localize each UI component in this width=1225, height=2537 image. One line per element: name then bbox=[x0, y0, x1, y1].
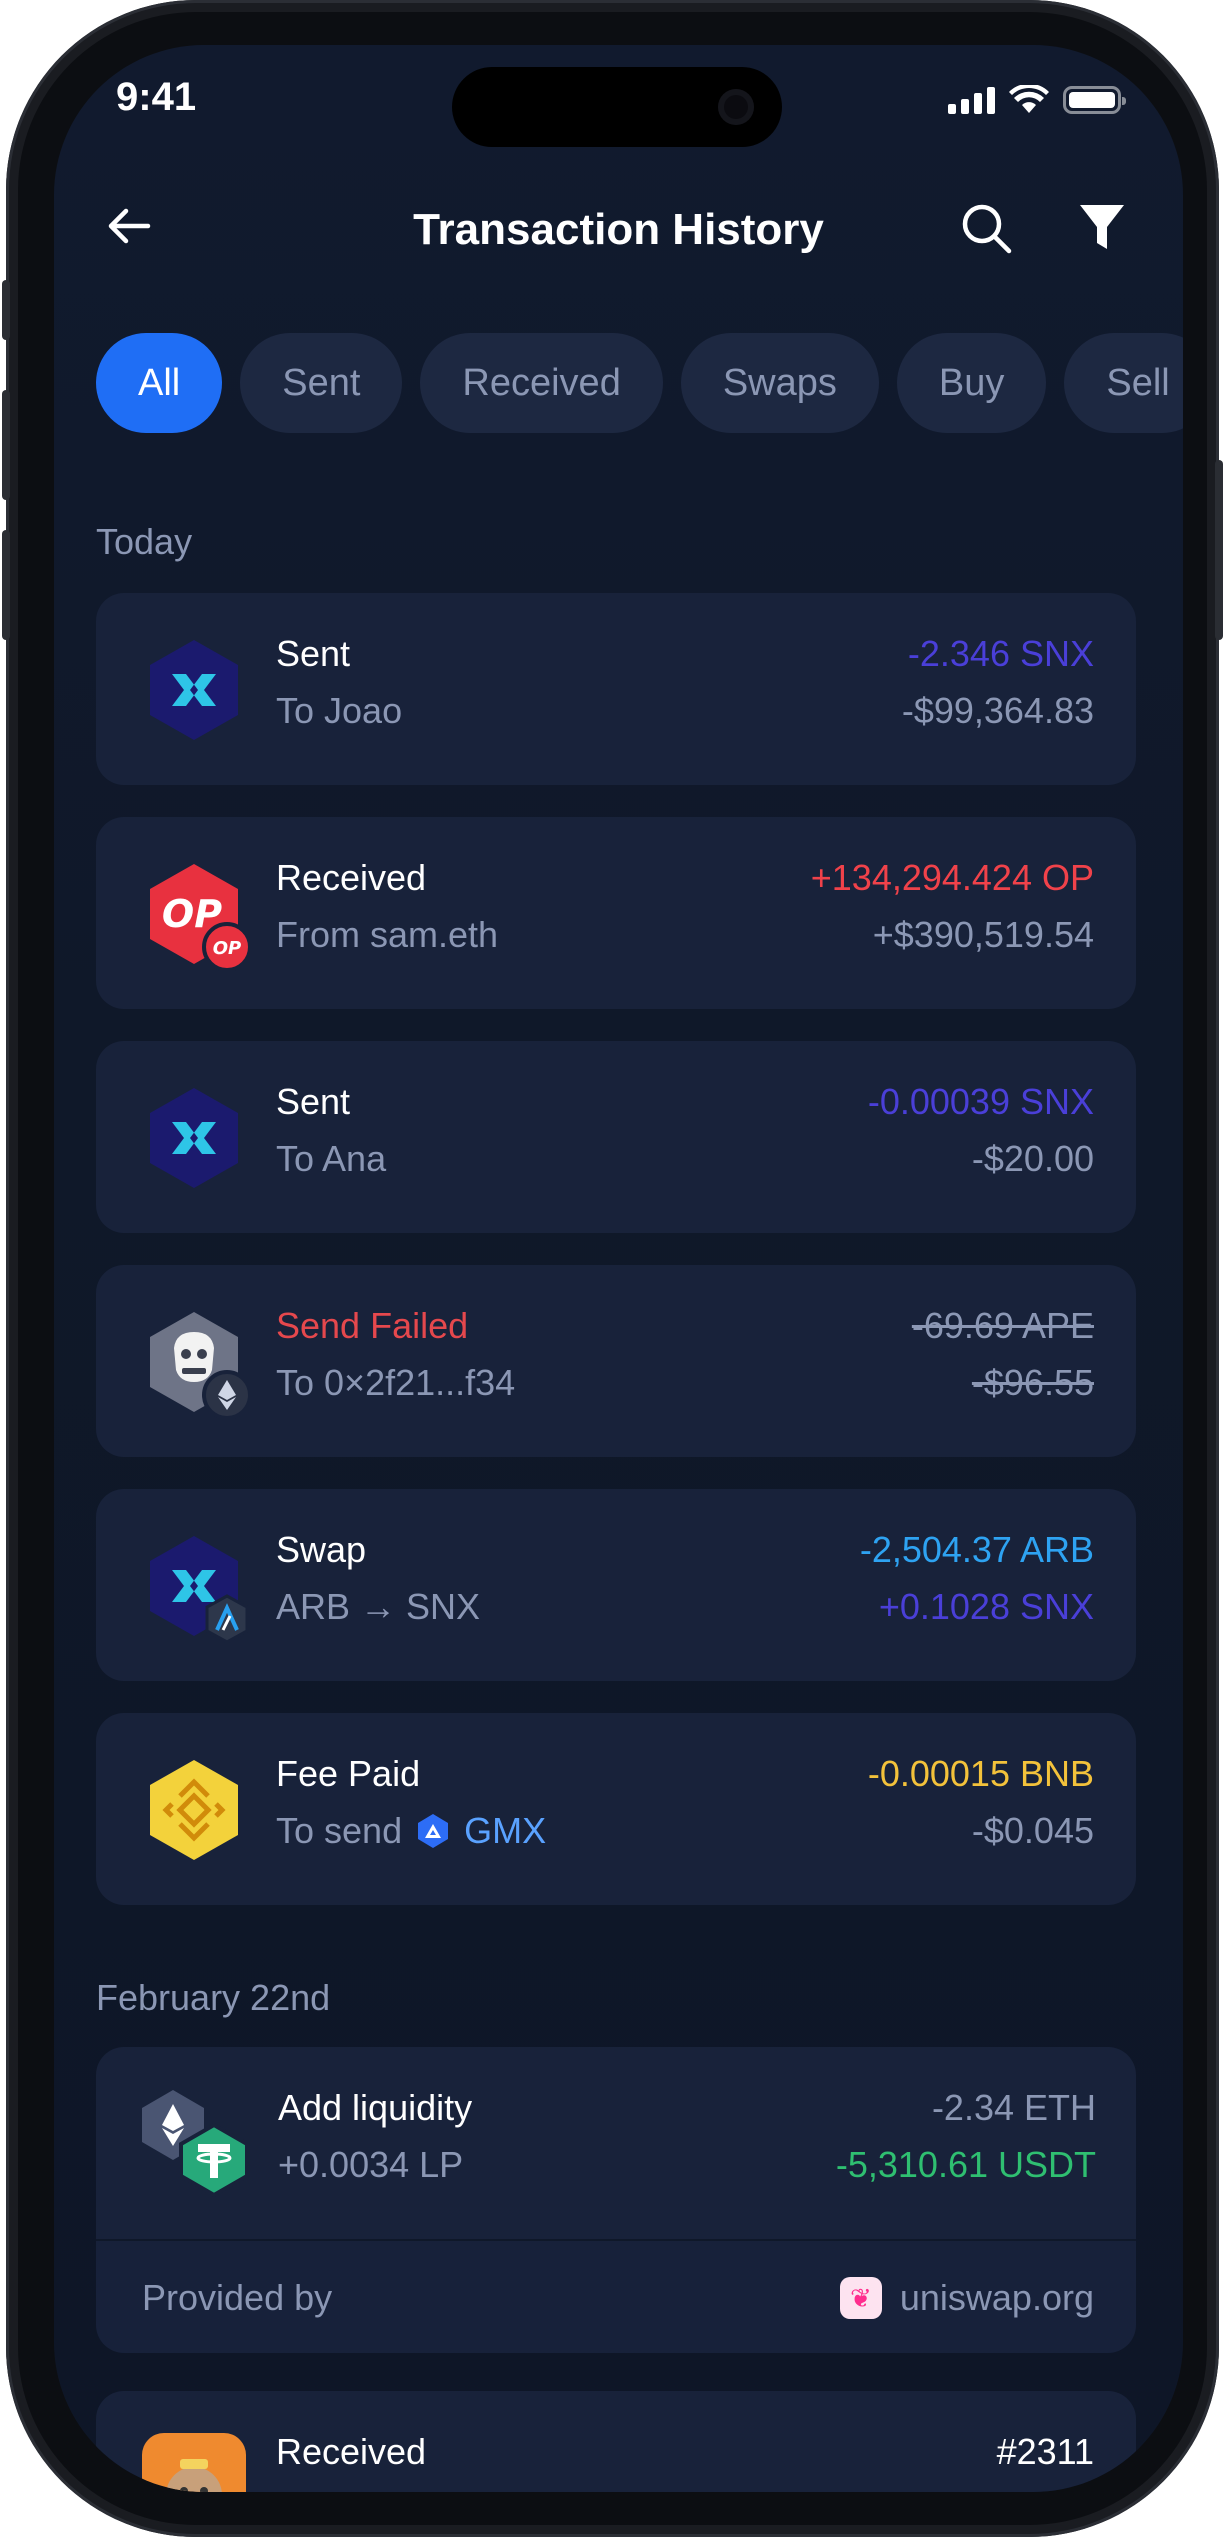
ethereum-tether-icon bbox=[142, 2090, 249, 2198]
transaction-amount: #2311 bbox=[996, 2431, 1094, 2472]
filter-icon[interactable] bbox=[1077, 201, 1127, 255]
transaction-title: Fee Paid bbox=[276, 1753, 421, 1794]
provider-link[interactable]: ❦ uniswap.org bbox=[839, 2277, 1094, 2319]
transaction-amount: -0.00039 SNX bbox=[867, 1081, 1094, 1122]
transaction-title: Sent bbox=[276, 1081, 351, 1122]
nft-icon bbox=[142, 2433, 246, 2492]
transaction-subtitle: To 0×2f21...f34 bbox=[276, 1362, 516, 1403]
transaction-row[interactable]: Send Failed To 0×2f21...f34 -69.69 APE -… bbox=[96, 1265, 1136, 1457]
transaction-fiat: -$99,364.83 bbox=[901, 690, 1094, 731]
provided-by-label: Provided by bbox=[142, 2277, 333, 2318]
status-time: 9:41 bbox=[116, 75, 197, 119]
transaction-row[interactable]: Received #2311 bbox=[96, 2391, 1136, 2492]
synthetix-icon bbox=[142, 1086, 246, 1190]
cellular-signal-icon bbox=[948, 86, 995, 114]
transaction-title: Swap bbox=[276, 1529, 367, 1570]
transaction-title: Add liquidity bbox=[278, 2087, 473, 2128]
transaction-title: Received bbox=[276, 2431, 427, 2472]
transaction-fiat: -5,310.61 USDT bbox=[835, 2144, 1096, 2185]
filter-chip-buy[interactable]: Buy bbox=[896, 333, 1047, 433]
section-label-february-22nd: February 22nd bbox=[96, 1977, 331, 2018]
transaction-row[interactable]: Fee Paid To send GMX -0.00015 BNB -$0.04… bbox=[96, 1713, 1136, 1905]
transaction-amount: -69.69 APE bbox=[911, 1305, 1094, 1346]
transaction-fiat: +$390,519.54 bbox=[872, 914, 1094, 955]
app-screen: 9:41 Transaction History All Sent Receiv… bbox=[54, 45, 1183, 2492]
transaction-row[interactable]: Add liquidity +0.0034 LP -2.34 ETH -5,31… bbox=[96, 2047, 1136, 2239]
power-button bbox=[1215, 460, 1223, 640]
synthetix-icon bbox=[142, 1534, 249, 1644]
filter-chip-swaps[interactable]: Swaps bbox=[680, 333, 879, 433]
volume-down-button bbox=[2, 530, 10, 640]
filter-chip-all[interactable]: All bbox=[96, 333, 223, 433]
search-icon[interactable] bbox=[959, 201, 1013, 255]
transaction-amount: -2,504.37 ARB bbox=[859, 1529, 1094, 1570]
battery-icon bbox=[1063, 86, 1126, 114]
transaction-amount: +134,294.424 OP bbox=[810, 857, 1094, 898]
uniswap-icon: ❦ bbox=[839, 2277, 882, 2319]
transaction-amount: -2.346 SNX bbox=[907, 633, 1094, 674]
transaction-fiat: -$96.55 bbox=[971, 1362, 1094, 1403]
app-header: Transaction History bbox=[54, 185, 1183, 265]
transaction-row[interactable]: Swap ARB → SNX -2,504.37 ARB +0.1028 SNX bbox=[96, 1489, 1136, 1681]
transaction-title: Send Failed bbox=[276, 1305, 469, 1346]
transaction-subtitle: To Ana bbox=[276, 1138, 387, 1179]
transaction-subtitle: From sam.eth bbox=[276, 914, 499, 955]
provider-footer: Provided by ❦ uniswap.org bbox=[96, 2239, 1136, 2353]
transaction-subtitle: +0.0034 LP bbox=[278, 2144, 464, 2185]
volume-up-button bbox=[2, 390, 10, 500]
provider-source: uniswap.org bbox=[899, 2277, 1094, 2318]
bnb-icon bbox=[142, 1758, 246, 1862]
transaction-subtitle-text: To send bbox=[276, 1810, 403, 1851]
filter-chip-sent[interactable]: Sent bbox=[240, 333, 403, 433]
transaction-row[interactable]: OP OP Received From sam.eth +134,294.424… bbox=[96, 817, 1136, 1009]
apecoin-icon bbox=[142, 1310, 252, 1420]
phone-frame: 9:41 Transaction History All Sent Receiv… bbox=[2, 0, 1223, 2537]
synthetix-icon bbox=[142, 638, 246, 742]
wifi-icon bbox=[1009, 85, 1049, 113]
transaction-fiat: +0.1028 SNX bbox=[878, 1586, 1094, 1627]
transaction-subtitle: To send GMX bbox=[276, 1810, 546, 1852]
transaction-subtitle: To Joao bbox=[276, 690, 403, 731]
gmx-token-label: GMX bbox=[464, 1810, 547, 1851]
optimism-icon: OP OP bbox=[142, 862, 252, 972]
transaction-subtitle: ARB → SNX bbox=[276, 1586, 481, 1627]
gmx-icon bbox=[418, 1814, 449, 1848]
transaction-fiat: -$0.045 bbox=[971, 1810, 1094, 1851]
transaction-title: Sent bbox=[276, 633, 351, 674]
filter-chip-received[interactable]: Received bbox=[420, 333, 663, 433]
transaction-amount: -2.34 ETH bbox=[931, 2087, 1096, 2128]
svg-text:OP: OP bbox=[213, 938, 242, 959]
transaction-row[interactable]: Sent To Joao -2.346 SNX -$99,364.83 bbox=[96, 593, 1136, 785]
mute-switch bbox=[2, 280, 10, 340]
transaction-amount: -0.00015 BNB bbox=[867, 1753, 1094, 1794]
filter-chip-sell[interactable]: Sell bbox=[1064, 333, 1183, 433]
arbitrum-icon bbox=[205, 1594, 249, 1644]
transaction-row[interactable]: Sent To Ana -0.00039 SNX -$20.00 bbox=[96, 1041, 1136, 1233]
section-label-today: Today bbox=[96, 521, 193, 562]
filter-chips: All Sent Received Swaps Buy Sell bbox=[96, 333, 1183, 433]
transaction-fiat: -$20.00 bbox=[971, 1138, 1094, 1179]
transaction-title: Received bbox=[276, 857, 427, 898]
status-icons bbox=[948, 85, 1126, 115]
dynamic-island bbox=[452, 67, 782, 147]
page-title: Transaction History bbox=[413, 205, 824, 254]
